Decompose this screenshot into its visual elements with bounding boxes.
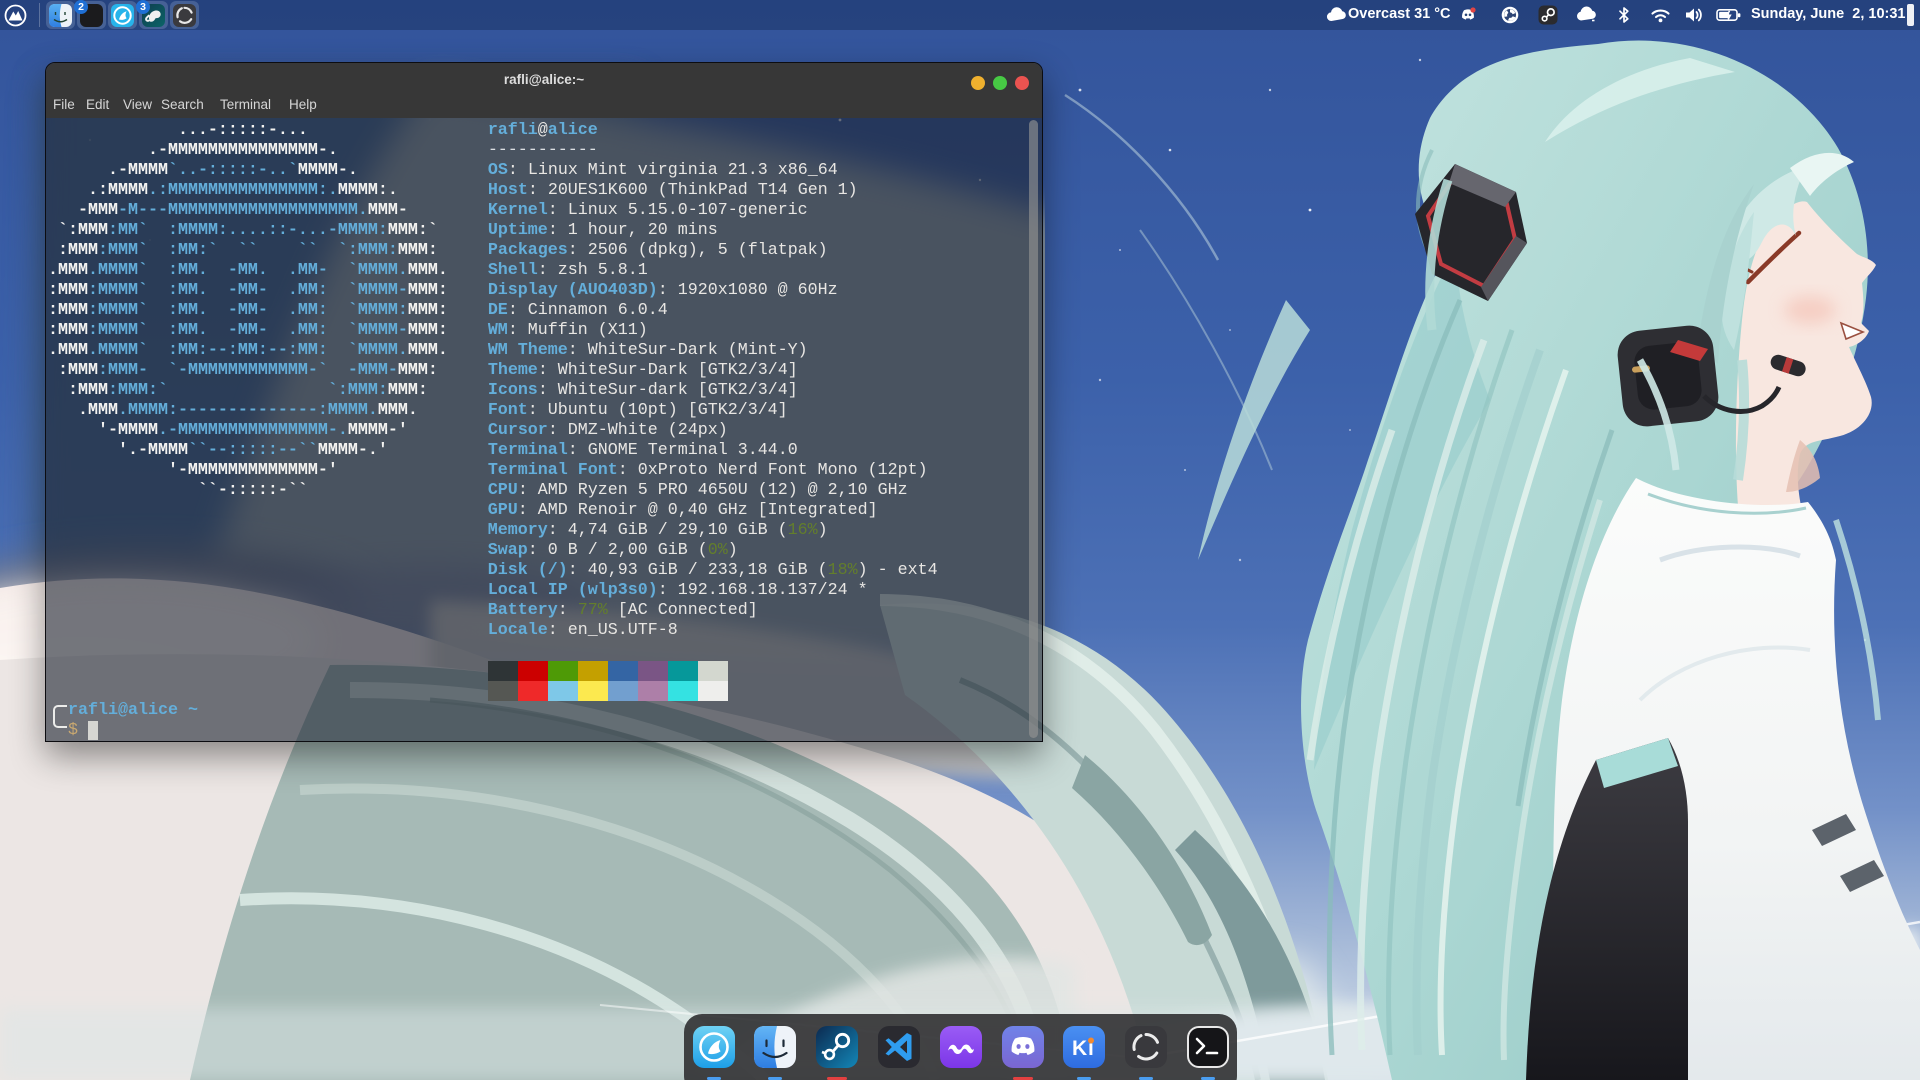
svg-text:K: K	[1072, 1037, 1087, 1060]
